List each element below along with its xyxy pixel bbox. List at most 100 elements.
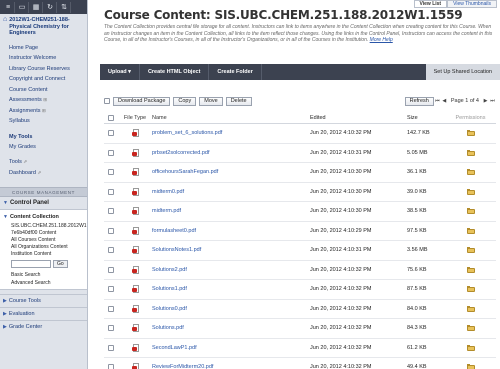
row-checkbox[interactable]	[108, 149, 114, 156]
search-row: Go	[0, 257, 87, 271]
header-checkbox[interactable]	[108, 114, 114, 121]
file-name-link[interactable]: ReviewForMidterm20.pdf	[152, 364, 310, 369]
file-name-link[interactable]: problem_set_6_solutions.pdf	[152, 130, 310, 136]
col-file-type[interactable]: File Type	[118, 115, 152, 121]
create-html-object-button[interactable]: Create HTML Object	[140, 64, 210, 80]
sidebar-item-syllabus[interactable]: Syllabus	[0, 116, 87, 127]
sidebar-item-my-tools[interactable]: My Tools	[0, 132, 87, 142]
copy-button[interactable]: Copy	[173, 96, 197, 106]
upload-button[interactable]: Upload ▾	[100, 64, 140, 80]
file-name-link[interactable]: formulasheet0.pdf	[152, 228, 310, 234]
view-list-button[interactable]: View List	[413, 0, 448, 8]
permissions-folder-icon[interactable]	[466, 325, 475, 332]
row-checkbox[interactable]	[108, 188, 114, 195]
sidebar-item-copyright-and-connect[interactable]: Copyright and Connect	[0, 74, 87, 85]
sidebar-item-evaluation[interactable]: ▶ Evaluation	[0, 307, 87, 320]
search-input[interactable]	[11, 260, 51, 268]
refresh-icon[interactable]: ↻	[44, 1, 57, 13]
cc-user-content-link[interactable]: 7e6b40df00 Content	[0, 229, 87, 236]
col-name[interactable]: Name	[152, 115, 310, 121]
row-checkbox[interactable]	[108, 286, 114, 293]
permissions-folder-icon[interactable]	[466, 227, 475, 234]
permissions-folder-icon[interactable]	[466, 286, 475, 293]
content-table: File Type Name Edited Size Permissions p…	[104, 112, 496, 369]
content-collection-item[interactable]: ▼ Content Collection	[0, 212, 87, 222]
col-permissions: Permissions	[455, 114, 486, 121]
sidebar-item-tools[interactable]: Tools ⇗	[0, 157, 87, 168]
table-row: problem_set_6_solutions.pdf Jun 20, 2012 …	[104, 124, 496, 144]
row-checkbox[interactable]	[108, 266, 114, 273]
sidebar-item-dashboard[interactable]: Dashboard ⇗	[0, 168, 87, 179]
table-row: SecondLawP1.pdf Jun 20, 2012 4:10:32 PM 61…	[104, 339, 496, 358]
file-name-link[interactable]: Solutions.pdf	[152, 325, 310, 331]
row-checkbox[interactable]	[108, 325, 114, 332]
file-size: 87.5 KB	[407, 286, 427, 293]
go-button[interactable]: Go	[53, 260, 68, 268]
file-name-link[interactable]: prbset2solcorrected.pdf	[152, 150, 310, 156]
sidebar-item-assignments[interactable]: Assignments ⊞	[0, 106, 87, 117]
create-folder-button[interactable]: Create Folder	[209, 64, 262, 80]
more-help-link[interactable]: More Help	[370, 37, 393, 43]
course-title[interactable]: ⌂ 2012W1-CHEM251-188-Physical Chemistry …	[0, 14, 87, 39]
file-name-link[interactable]: Solutions1.pdf	[152, 286, 310, 292]
row-checkbox[interactable]	[108, 344, 114, 351]
refresh-button[interactable]: Refresh	[404, 96, 434, 106]
menu-icon[interactable]: ≡	[2, 1, 15, 13]
cc-course-link[interactable]: SIS.UBC.CHEM.251.188.2012W1.1559	[0, 222, 87, 229]
file-name-link[interactable]: officehoursSarahFegan.pdf	[152, 169, 310, 175]
sort-icon[interactable]: ⇅	[58, 1, 71, 13]
permissions-folder-icon[interactable]	[466, 266, 475, 273]
first-page-icon[interactable]: ⏮	[434, 97, 441, 105]
sidebar-item-course-content[interactable]: Course Content	[0, 85, 87, 96]
sidebar-item-assessments[interactable]: Assessments ⊞	[0, 95, 87, 106]
row-checkbox[interactable]	[108, 169, 114, 176]
row-checkbox[interactable]	[108, 227, 114, 234]
grid-icon[interactable]: ▦	[30, 1, 43, 13]
file-name-link[interactable]: SecondLawP1.pdf	[152, 345, 310, 351]
course-title-text: 2012W1-CHEM251-188-Physical Chemistry fo…	[9, 17, 70, 36]
select-all-checkbox[interactable]	[104, 98, 110, 104]
permissions-folder-icon[interactable]	[466, 169, 475, 176]
shared-location-button[interactable]: Set Up Shared Location	[425, 64, 500, 80]
col-modified[interactable]: Edited	[310, 115, 407, 121]
row-checkbox[interactable]	[108, 208, 114, 215]
row-checkbox[interactable]	[108, 247, 114, 254]
file-name-link[interactable]: Solutions0.pdf	[152, 306, 310, 312]
cc-all-orgs-link[interactable]: All Organizations Content	[0, 243, 87, 250]
col-size[interactable]: Size	[407, 115, 445, 121]
file-name-link[interactable]: SolutionsNotes1.pdf	[152, 247, 310, 253]
row-checkbox[interactable]	[108, 305, 114, 312]
permissions-folder-icon[interactable]	[466, 247, 475, 254]
row-checkbox[interactable]	[108, 130, 114, 137]
control-panel-header[interactable]: ▼ Control Panel	[0, 197, 87, 210]
basic-search-link[interactable]: Basic Search	[0, 271, 87, 279]
sidebar-item-grade-center[interactable]: ▶ Grade Center	[0, 320, 87, 333]
file-name-link[interactable]: Solutions2.pdf	[152, 267, 310, 273]
permissions-folder-icon[interactable]	[466, 188, 475, 195]
sidebar-item-my-grades[interactable]: My Grades	[0, 142, 87, 153]
delete-button[interactable]: Delete	[225, 96, 252, 106]
row-checkbox[interactable]	[108, 364, 114, 369]
cc-institution-link[interactable]: Institution Content	[0, 250, 87, 257]
view-thumbnails-button[interactable]: View Thumbnails	[447, 0, 497, 8]
permissions-folder-icon[interactable]	[466, 305, 475, 312]
file-name-link[interactable]: midterm.pdf	[152, 208, 310, 214]
download-package-button[interactable]: Download Package	[113, 96, 171, 106]
sidebar-item-home-page[interactable]: Home Page	[0, 43, 87, 54]
next-page-icon[interactable]: ▶	[482, 97, 489, 105]
last-page-icon[interactable]: ⏭	[489, 97, 496, 105]
permissions-folder-icon[interactable]	[466, 130, 475, 137]
cc-all-courses-link[interactable]: All Courses Content	[0, 236, 87, 243]
permissions-folder-icon[interactable]	[466, 208, 475, 215]
permissions-folder-icon[interactable]	[466, 364, 475, 369]
advanced-search-link[interactable]: Advanced Search	[0, 279, 87, 287]
prev-page-icon[interactable]: ◀	[441, 97, 448, 105]
file-name-link[interactable]: midterm0.pdf	[152, 189, 310, 195]
permissions-folder-icon[interactable]	[466, 149, 475, 156]
sidebar-item-course-tools[interactable]: ▶ Course Tools	[0, 294, 87, 307]
monitor-icon[interactable]: ▭	[16, 1, 29, 13]
sidebar-item-instructor-welcome[interactable]: Instructor Welcome	[0, 53, 87, 64]
sidebar-item-library-course-reserves[interactable]: Library Course Reserves	[0, 64, 87, 75]
move-button[interactable]: Move	[199, 96, 223, 106]
permissions-folder-icon[interactable]	[466, 344, 475, 351]
